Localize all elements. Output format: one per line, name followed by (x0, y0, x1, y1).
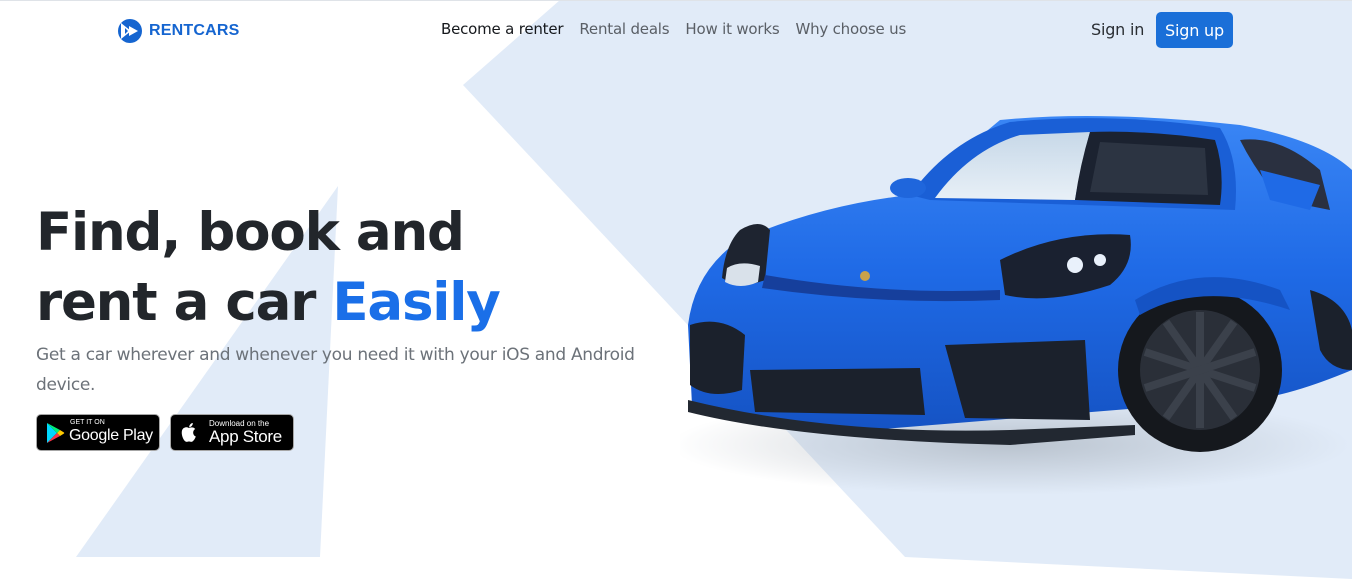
hero-title-line1: Find, book and (36, 202, 465, 263)
google-play-icon (47, 423, 65, 443)
main-nav: Become a renter Rental deals How it work… (441, 20, 906, 38)
brand-name: RENTCARS (149, 22, 240, 39)
google-play-label: Google Play (69, 427, 153, 444)
hero-title-accent: Easily (332, 272, 500, 333)
rentcars-logo-icon (118, 19, 142, 43)
google-play-button[interactable]: GET IT ON Google Play (36, 414, 160, 451)
hero-title: Find, book and rent a car Easily (36, 198, 501, 338)
navbar: RENTCARS Become a renter Rental deals Ho… (0, 0, 1352, 62)
nav-why-choose-us[interactable]: Why choose us (795, 20, 906, 38)
nav-rental-deals[interactable]: Rental deals (579, 20, 669, 38)
brand-logo[interactable]: RENTCARS (117, 18, 240, 44)
hero-title-line2: rent a car (36, 272, 333, 333)
app-store-button[interactable]: Download on the App Store (170, 414, 294, 451)
app-store-label: App Store (209, 427, 282, 446)
sign-up-button[interactable]: Sign up (1156, 12, 1233, 48)
hero-subtitle: Get a car wherever and whenever you need… (36, 345, 635, 395)
google-play-small-text: GET IT ON (70, 419, 105, 426)
apple-icon (181, 423, 196, 442)
nav-how-it-works[interactable]: How it works (685, 20, 779, 38)
sign-in-link[interactable]: Sign in (1091, 20, 1144, 39)
nav-become-a-renter[interactable]: Become a renter (441, 20, 564, 38)
blue-sports-car-image (680, 116, 1352, 495)
